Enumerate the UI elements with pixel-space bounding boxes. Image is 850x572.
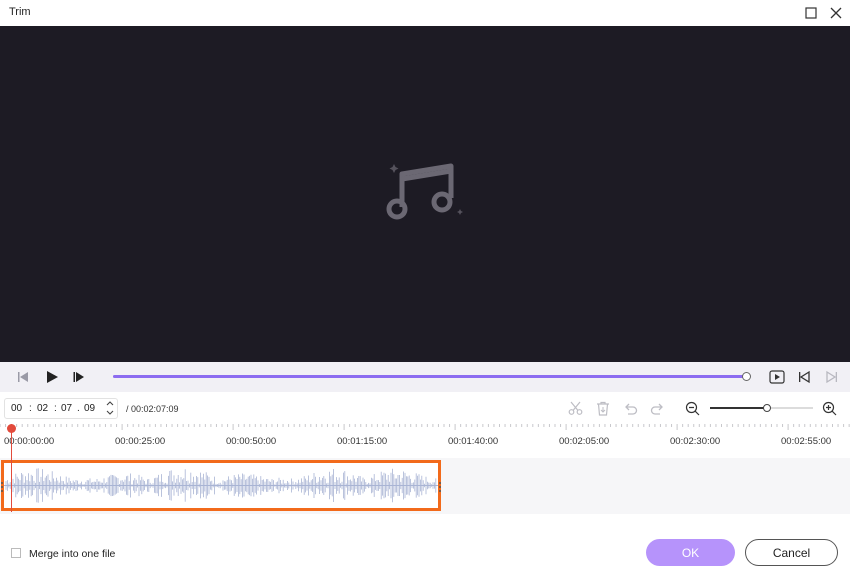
time-sep: : (29, 403, 32, 414)
zoom-slider[interactable] (710, 404, 813, 412)
jump-to-end-icon (826, 370, 837, 384)
play-icon (47, 371, 58, 383)
play-button[interactable] (43, 368, 61, 386)
playback-progress[interactable] (113, 372, 751, 381)
trim-start-handle[interactable] (0, 482, 4, 492)
ok-button[interactable]: OK (646, 539, 735, 566)
undo-icon (624, 403, 637, 415)
close-icon (830, 7, 842, 19)
ruler-label: 00:00:25:00 (115, 436, 166, 447)
maximize-button[interactable] (802, 4, 820, 22)
scissors-icon (568, 401, 582, 415)
zoom-slider-handle[interactable] (762, 404, 771, 412)
trim-end-handle[interactable] (438, 482, 442, 492)
playback-progress-handle[interactable] (742, 372, 751, 381)
ruler-label: 00:01:40:00 (448, 436, 499, 447)
preview-clip-button[interactable] (768, 368, 786, 386)
merge-checkbox[interactable] (11, 548, 21, 558)
play-in-frame-icon (769, 370, 785, 384)
chevron-up-icon[interactable] (106, 400, 114, 407)
playback-progress-fill (113, 375, 747, 378)
audio-clip[interactable] (1, 460, 441, 511)
redo-button[interactable] (649, 400, 665, 416)
cut-button[interactable] (567, 400, 583, 416)
window-title: Trim (9, 6, 31, 18)
maximize-icon (805, 7, 817, 19)
video-preview (0, 26, 850, 362)
zoom-slider-fill (710, 407, 767, 409)
merge-label[interactable]: Merge into one file (29, 548, 115, 560)
ruler-ticks (0, 424, 850, 430)
timeline-ruler[interactable]: 00:00:00:00 00:00:25:00 00:00:50:00 00:0… (0, 424, 850, 458)
time-minutes[interactable]: 02 (37, 403, 48, 414)
trash-icon (597, 401, 609, 416)
zoom-in-icon (822, 401, 836, 415)
total-duration: / 00:02:07:09 (126, 404, 179, 414)
playhead[interactable] (11, 424, 12, 512)
dialog-footer: Merge into one file OK Cancel (0, 514, 850, 572)
time-hours[interactable]: 00 (11, 403, 22, 414)
step-forward-button[interactable] (70, 368, 88, 386)
time-toolbar: 00 : 02 : 07 . 09 / 00:02:07:09 (0, 392, 850, 424)
time-frames[interactable]: 09 (84, 403, 95, 414)
jump-to-start-button[interactable] (795, 368, 813, 386)
ruler-label: 00:00:50:00 (226, 436, 277, 447)
playback-bar (0, 362, 850, 392)
jump-to-end-button[interactable] (823, 368, 841, 386)
ruler-label: 00:02:55:00 (781, 436, 832, 447)
zoom-out-button[interactable] (684, 400, 700, 416)
chevron-down-icon[interactable] (106, 409, 114, 416)
redo-icon (650, 403, 663, 415)
music-note-icon (386, 163, 463, 220)
audio-waveform (4, 468, 438, 503)
cancel-button[interactable]: Cancel (745, 539, 838, 566)
time-sep: . (77, 403, 80, 414)
time-seconds[interactable]: 07 (61, 403, 72, 414)
jump-to-start-icon (799, 370, 810, 384)
ruler-label: 00:02:30:00 (670, 436, 721, 447)
time-sep: : (54, 403, 57, 414)
playhead-handle[interactable] (7, 424, 16, 433)
zoom-in-button[interactable] (821, 400, 837, 416)
close-button[interactable] (827, 4, 845, 22)
time-spinner[interactable] (105, 400, 115, 418)
undo-button[interactable] (622, 400, 638, 416)
step-back-button[interactable] (14, 368, 32, 386)
delete-button[interactable] (595, 400, 611, 416)
ruler-label: 00:01:15:00 (337, 436, 388, 447)
current-time-input[interactable]: 00 : 02 : 07 . 09 (4, 398, 118, 419)
title-bar: Trim (0, 0, 850, 26)
step-forward-icon (73, 372, 84, 382)
zoom-out-icon (685, 401, 699, 415)
ruler-label: 00:02:05:00 (559, 436, 610, 447)
step-back-icon (18, 372, 28, 382)
